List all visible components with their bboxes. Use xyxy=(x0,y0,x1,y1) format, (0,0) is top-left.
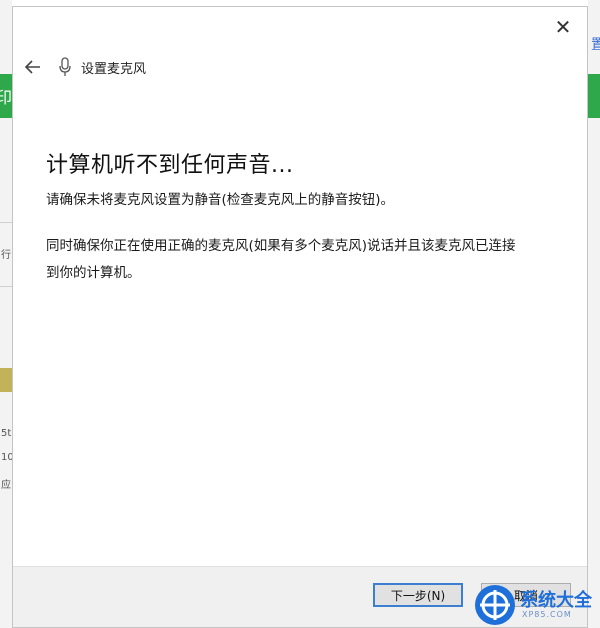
instruction-mute: 请确保未将麦克风设置为静音(检查麦克风上的静音按钮)。 xyxy=(46,192,395,208)
arrow-left-icon xyxy=(25,60,40,74)
background-fragment-text: 印 xyxy=(0,88,13,107)
background-fragment-text: 10 xyxy=(1,452,12,463)
background-divider xyxy=(0,286,12,287)
watermark-subtext: XP85.COM xyxy=(522,610,572,619)
background-green-bar-right xyxy=(588,74,600,118)
microphone-icon xyxy=(57,56,73,78)
watermark-text: 系统大全 xyxy=(520,590,592,611)
background-green-bar-left: 印 xyxy=(0,74,12,118)
close-button[interactable]: ✕ xyxy=(549,13,577,41)
setup-microphone-dialog: ✕ 设置麦克风 计算机听不到任何声音... 请确保未将麦克风设置为静音(检查麦克… xyxy=(12,6,588,628)
background-fragment-text: 应 xyxy=(1,480,11,491)
dialog-header: 设置麦克风 xyxy=(21,55,146,79)
instruction-correct-mic: 同时确保你正在使用正确的麦克风(如果有多个麦克风)说话并且该麦克风已连接到你的计… xyxy=(46,238,516,281)
close-icon: ✕ xyxy=(554,15,572,39)
background-fragment-text: 5t xyxy=(1,428,12,439)
dialog-title: 设置麦克风 xyxy=(81,61,147,77)
next-button[interactable]: 下一步(N) xyxy=(373,583,463,607)
background-divider xyxy=(0,222,12,223)
background-fragment-text: 行 xyxy=(1,250,11,261)
page-heading: 计算机听不到任何声音... xyxy=(46,153,294,178)
back-button[interactable] xyxy=(21,55,45,79)
watermark: 系统大全 XP85.COM xyxy=(470,582,600,628)
background-olive-bar xyxy=(0,368,12,392)
watermark-logo-icon xyxy=(475,585,515,625)
background-fragment-text: 置 xyxy=(591,37,600,53)
screen: 印 行 5t 10 应 置 ✕ 设置麦克风 计算机听不到任何声音... 请确保未… xyxy=(0,0,600,628)
